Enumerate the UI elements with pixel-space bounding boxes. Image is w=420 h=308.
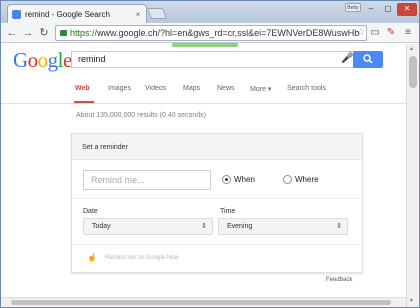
address-bar[interactable]: https://www.google.ch/?hl=en&gws_rd=cr,s…: [55, 25, 367, 41]
tab-title: remind - Google Search: [25, 9, 110, 19]
search-tabs: Web Images Videos Maps News More ▾ Searc…: [1, 77, 406, 104]
maximize-button[interactable]: ▢: [381, 3, 395, 16]
horizontal-scroll-thumb[interactable]: [11, 300, 391, 305]
search-icon: [363, 54, 373, 64]
time-label: Time: [220, 208, 236, 215]
tab-images[interactable]: Images: [108, 85, 131, 92]
vertical-scrollbar[interactable]: ▲ ▼: [406, 44, 419, 307]
tab-maps[interactable]: Maps: [183, 85, 200, 92]
tab-search-tools[interactable]: Search tools: [287, 85, 326, 92]
tab-news[interactable]: News: [217, 85, 235, 92]
reload-icon[interactable]: ↻: [37, 26, 51, 40]
horizontal-scrollbar[interactable]: [1, 297, 406, 307]
browser-tab[interactable]: remind - Google Search ×: [7, 4, 147, 23]
title-bar: remind - Google Search × Betty – ▢ ✕: [1, 1, 419, 23]
when-radio[interactable]: [222, 175, 231, 184]
menu-icon[interactable]: ≡: [402, 27, 414, 39]
minimize-button[interactable]: –: [363, 3, 379, 16]
star-icon[interactable]: ☆: [355, 27, 367, 39]
scroll-thumb[interactable]: [409, 56, 417, 88]
extension-icon[interactable]: ✎: [385, 27, 397, 39]
scroll-up-icon[interactable]: ▲: [409, 46, 414, 52]
google-now-link[interactable]: Remind me on Google Now: [105, 255, 179, 261]
google-logo[interactable]: Google: [13, 48, 72, 73]
reminder-input[interactable]: Remind me...: [83, 170, 211, 190]
google-now-icon: ☝: [87, 253, 97, 262]
tab-videos[interactable]: Videos: [145, 85, 166, 92]
search-button[interactable]: [353, 51, 383, 68]
lock-icon: [60, 30, 67, 36]
time-select[interactable]: Evening ⇕: [218, 218, 348, 235]
url-path: www.google.ch/?hl=en&gws_rd=cr,ssl&ei=7E…: [97, 28, 360, 38]
when-label[interactable]: When: [234, 175, 255, 184]
google-favicon-icon: [12, 9, 21, 19]
feedback-link[interactable]: Feedback: [326, 277, 352, 283]
back-icon[interactable]: ←: [5, 26, 19, 40]
date-label: Date: [83, 208, 98, 215]
browser-window: remind - Google Search × Betty – ▢ ✕ ← →…: [0, 0, 420, 308]
profile-badge[interactable]: Betty: [345, 3, 361, 12]
scroll-down-icon[interactable]: ▼: [409, 298, 414, 304]
date-value: Today: [92, 223, 111, 230]
reminder-heading: Set a reminder: [72, 134, 362, 160]
result-stats: About 135,000,000 results (0.40 seconds): [76, 112, 206, 119]
where-label[interactable]: Where: [295, 175, 319, 184]
date-select[interactable]: Today ⇕: [83, 218, 213, 235]
forward-icon[interactable]: →: [21, 26, 35, 40]
tab-close-icon[interactable]: ×: [133, 10, 143, 19]
where-radio[interactable]: [283, 175, 292, 184]
reminder-card: Set a reminder Remind me... When Where D…: [71, 133, 363, 273]
updown-arrow-icon: ⇕: [201, 223, 207, 230]
notification-bar: [172, 43, 238, 47]
search-input[interactable]: remind: [71, 51, 354, 68]
url-scheme: https://: [70, 28, 98, 38]
active-tab-indicator: [74, 101, 94, 103]
tab-more[interactable]: More ▾: [250, 85, 271, 93]
updown-arrow-icon: ⇕: [336, 223, 342, 230]
divider: [72, 198, 362, 199]
close-window-button[interactable]: ✕: [397, 3, 417, 16]
time-value: Evening: [227, 223, 253, 230]
tab-web[interactable]: Web: [75, 85, 90, 92]
microphone-icon[interactable]: 🎤: [341, 53, 353, 64]
browser-toolbar: ← → ↻ https://www.google.ch/?hl=en&gws_r…: [1, 23, 419, 43]
cast-icon[interactable]: ▭: [369, 27, 381, 39]
new-tab-button[interactable]: [146, 8, 168, 19]
divider: [72, 244, 362, 245]
